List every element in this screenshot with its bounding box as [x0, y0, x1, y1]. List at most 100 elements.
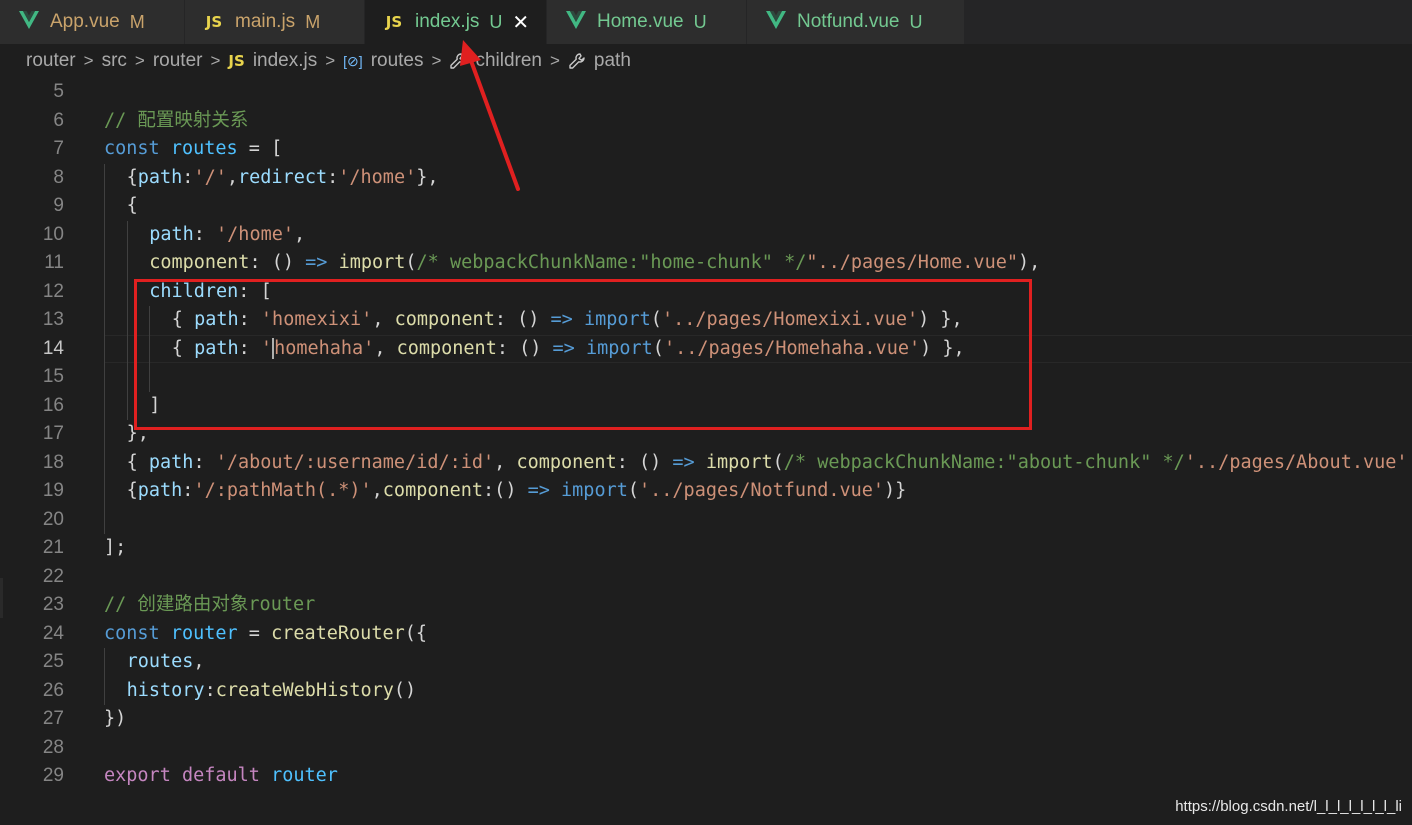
code-token: import [705, 451, 773, 473]
code-line[interactable]: 5 [0, 78, 1412, 107]
breadcrumb-item-children[interactable]: children [449, 50, 542, 72]
code-token: => [305, 252, 328, 273]
code-line[interactable]: 7 const routes = [ [0, 135, 1412, 164]
code-line[interactable]: 26 history:createWebHistory() [0, 676, 1412, 706]
code-token: ( [650, 309, 662, 330]
code-token: ' [260, 337, 273, 359]
tab-index-js[interactable]: JS index.js U ✕ [365, 0, 547, 44]
editor-tab-bar: App.vue M JS main.js M JS index.js U ✕ Home.vue U N… [0, 0, 1412, 44]
code-token: : [193, 451, 216, 473]
code-line[interactable]: 22 [0, 563, 1412, 592]
line-number: 27 [42, 708, 64, 729]
line-number: 25 [42, 651, 64, 672]
tab-app-vue[interactable]: App.vue M [0, 0, 185, 44]
code-token: path [148, 451, 194, 473]
breadcrumb-item-src[interactable]: src [102, 50, 127, 72]
code-text: history:createWebHistory() [127, 677, 417, 706]
indent-guide [104, 505, 105, 534]
code-token: => [552, 337, 575, 359]
code-text: { [127, 192, 138, 221]
code-token: ) }, [920, 337, 965, 359]
indent-guide [104, 363, 105, 392]
chevron-right-icon: > [431, 51, 442, 70]
code-token: '/' [193, 166, 227, 188]
code-line[interactable]: 11 component: () => import(/* webpackChun… [0, 249, 1412, 278]
code-line[interactable]: 20 [0, 505, 1412, 534]
code-text: {path:'/',redirect:'/home'}, [127, 164, 439, 193]
code-line[interactable]: 24 const router = createRouter({ [0, 620, 1412, 649]
code-line[interactable]: 9{ [0, 192, 1412, 221]
code-token: homehaha' [274, 337, 375, 359]
code-text: path: '/home', [149, 221, 305, 250]
code-token: '../pages/Notfund.vue' [639, 480, 885, 501]
indent-guide [126, 391, 128, 420]
indent-guide [104, 648, 105, 677]
code-line[interactable]: 27}) [0, 705, 1412, 734]
code-line[interactable]: 8 {path:'/',redirect:'/home'}, [0, 163, 1412, 193]
breadcrumb-item-router[interactable]: router [26, 50, 76, 72]
code-line[interactable]: 14 { path: ' homehaha', component: () => i… [0, 334, 1412, 363]
line-number: 21 [42, 537, 64, 558]
line-number: 9 [53, 195, 64, 216]
code-token: : () [616, 451, 673, 473]
code-line[interactable]: 17}, [0, 420, 1412, 449]
code-line[interactable]: 29 export default router [0, 762, 1412, 791]
code-line[interactable]: 16] [0, 391, 1412, 420]
tab-home-vue[interactable]: Home.vue U [547, 0, 747, 44]
code-text: {path:'/:pathMath(.*)',component:() => i… [127, 477, 907, 506]
indent-guide [126, 334, 128, 363]
indent-guide [149, 363, 151, 392]
breadcrumb-item-path[interactable]: path [568, 50, 631, 72]
code-line[interactable]: 6 // 配置映射关系 [0, 107, 1412, 136]
breadcrumb-item-index.js[interactable]: JS index.js [228, 50, 317, 72]
chevron-right-icon: > [549, 51, 560, 70]
indent-guide [104, 477, 105, 506]
code-line[interactable]: 25 routes, [0, 648, 1412, 677]
code-line[interactable]: 12 children: [ [0, 277, 1412, 306]
code-token: '../pages/About.vue' [1184, 451, 1408, 473]
code-token: { [126, 195, 138, 216]
code-text: component: () => import(/* webpackChunkN… [149, 249, 1040, 278]
code-line[interactable]: 23 // 创建路由对象router [0, 591, 1412, 620]
close-icon[interactable]: ✕ [512, 12, 529, 32]
code-text: const routes = [ [104, 135, 282, 164]
code-token: { [171, 309, 195, 330]
breadcrumb-item-routes[interactable]: [⊘] routes [343, 50, 423, 72]
code-token: component [396, 337, 497, 359]
line-number: 15 [42, 366, 64, 387]
code-text: export default router [104, 762, 338, 791]
line-number: 12 [42, 280, 64, 302]
code-line[interactable]: 19 {path:'/:pathMath(.*)',component:() =>… [0, 477, 1412, 506]
code-token: import [583, 309, 651, 330]
code-token: , [294, 223, 306, 245]
code-token: path [194, 309, 239, 330]
code-token: import [338, 252, 406, 273]
code-line[interactable]: 13 { path: 'homexixi', component: () => i… [0, 306, 1412, 335]
line-number: 5 [53, 81, 64, 102]
tab-notfund-vue[interactable]: Notfund.vue U [747, 0, 965, 44]
line-number: 17 [42, 423, 64, 444]
code-editor[interactable]: 5 6// 配置映射关系 7 const routes = [8 {path:'/',r… [0, 78, 1412, 825]
wrench-icon [568, 52, 586, 70]
code-token: : [193, 223, 217, 245]
line-number: 26 [42, 679, 64, 701]
code-text: routes, [127, 648, 205, 677]
indent-guide [126, 363, 128, 392]
indent-guide [104, 420, 105, 449]
code-token: /* webpackChunkName:"home-chunk" */ [416, 252, 807, 273]
code-token: => [672, 451, 695, 473]
tab-main-js[interactable]: JS main.js M [185, 0, 365, 44]
indent-guide [104, 306, 105, 335]
code-token: :() [483, 480, 528, 501]
code-line[interactable]: 15 [0, 363, 1412, 392]
code-line[interactable]: 18 { path: '/about/:username/id/:id', com… [0, 448, 1412, 477]
code-line[interactable]: 28 [0, 734, 1412, 763]
line-number: 14 [42, 337, 64, 359]
line-number: 11 [44, 252, 64, 273]
breadcrumb-item-router[interactable]: router [153, 50, 203, 72]
line-number: 10 [42, 223, 64, 245]
code-line[interactable]: 21]; [0, 534, 1412, 563]
code-line[interactable]: 10 path: '/home', [0, 220, 1412, 250]
